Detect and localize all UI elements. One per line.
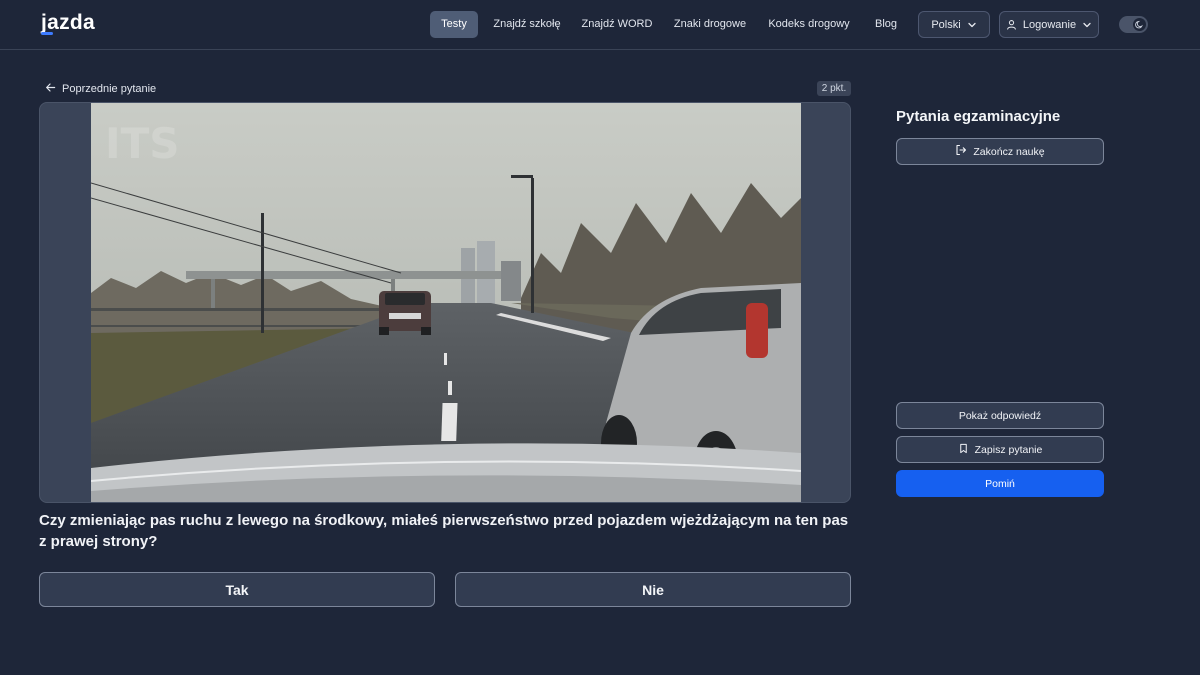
login-button[interactable]: Logowanie — [999, 11, 1099, 38]
show-answer-label: Pokaż odpowiedź — [958, 409, 1042, 422]
chevron-down-icon — [1082, 20, 1092, 30]
nav-item-testy[interactable]: Testy — [430, 11, 478, 38]
arrow-left-icon — [45, 82, 56, 96]
skip-button[interactable]: Pomiń — [896, 470, 1104, 497]
moon-icon — [1133, 18, 1146, 31]
finish-learning-button[interactable]: Zakończ naukę — [896, 138, 1104, 165]
language-select[interactable]: Polski — [918, 11, 990, 38]
bookmark-icon — [958, 443, 969, 457]
theme-toggle[interactable] — [1119, 16, 1148, 33]
sidebar-title: Pytania egzaminacyjne — [896, 108, 1061, 125]
road-scene-image: ITS — [91, 103, 801, 502]
points-badge: 2 pkt. — [817, 81, 851, 96]
svg-text:ITS: ITS — [105, 119, 180, 168]
skip-label: Pomiń — [985, 477, 1015, 490]
logo[interactable]: jazda — [41, 11, 95, 35]
finish-learning-label: Zakończ naukę — [973, 145, 1045, 158]
answer-no-button[interactable]: Nie — [455, 572, 851, 607]
save-question-button[interactable]: Zapisz pytanie — [896, 436, 1104, 463]
question-media: ITS — [39, 102, 851, 503]
show-answer-button[interactable]: Pokaż odpowiedź — [896, 402, 1104, 429]
top-navbar: jazda Testy Znajdź szkołę Znajdź WORD Zn… — [0, 0, 1200, 50]
nav-item-znajdz-szkole[interactable]: Znajdź szkołę — [488, 11, 566, 38]
chevron-down-icon — [967, 20, 977, 30]
user-icon — [1006, 19, 1017, 30]
logo-text: jazda — [41, 11, 96, 34]
previous-question-link[interactable]: Poprzednie pytanie — [45, 81, 156, 97]
save-question-label: Zapisz pytanie — [974, 443, 1043, 456]
nav-item-kodeks-drogowy[interactable]: Kodeks drogowy — [764, 11, 854, 38]
previous-question-label: Poprzednie pytanie — [62, 83, 157, 95]
language-label: Polski — [931, 18, 961, 31]
logo-accent — [41, 32, 53, 35]
nav-item-znajdz-word[interactable]: Znajdź WORD — [578, 11, 656, 38]
exit-icon — [955, 144, 967, 159]
nav-item-blog[interactable]: Blog — [866, 11, 906, 38]
login-label: Logowanie — [1022, 18, 1077, 31]
answer-yes-button[interactable]: Tak — [39, 572, 435, 607]
question-text: Czy zmieniając pas ruchu z lewego na śro… — [39, 512, 849, 550]
nav-item-znaki-drogowe[interactable]: Znaki drogowe — [670, 11, 750, 38]
